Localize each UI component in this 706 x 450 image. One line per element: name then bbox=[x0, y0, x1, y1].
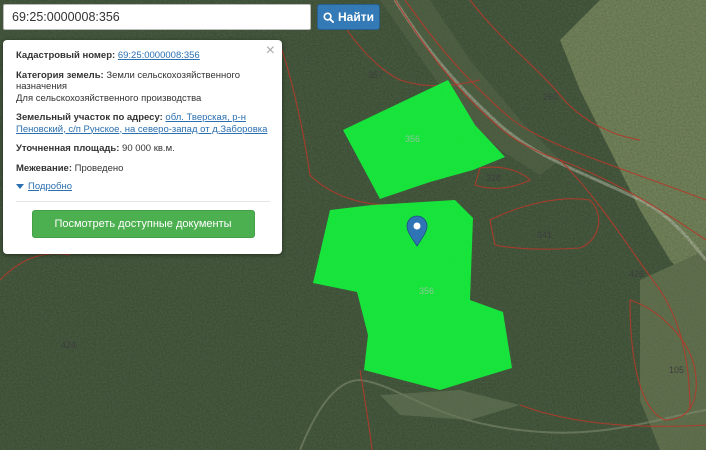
parcel-label-105: 105 bbox=[669, 365, 684, 375]
caret-down-icon bbox=[16, 184, 24, 190]
parcel-label-425: 425 bbox=[629, 269, 644, 279]
cadastral-number-link[interactable]: 69:25:0000008:356 bbox=[118, 50, 200, 61]
survey-row: Межевание: Проведено bbox=[16, 163, 270, 175]
land-category-row: Категория земель: Земли сельскохозяйстве… bbox=[16, 70, 270, 105]
area-label: Уточненная площадь: bbox=[16, 143, 120, 154]
land-category-label: Категория земель: bbox=[16, 69, 104, 81]
area-row: Уточненная площадь: 90 000 кв.м. bbox=[16, 143, 270, 155]
cadastral-search-input[interactable] bbox=[3, 4, 311, 30]
search-button-label: Найти bbox=[338, 10, 374, 24]
parcel-label-341: 341 bbox=[537, 230, 552, 240]
parcel-label-260: 260 bbox=[543, 92, 558, 102]
search-button[interactable]: Найти bbox=[317, 4, 380, 30]
land-usage-value: Для сельскохозяйственного производства bbox=[16, 92, 202, 104]
details-toggle[interactable]: Подробно bbox=[16, 181, 270, 193]
address-row: Земельный участок по адресу: обл. Тверск… bbox=[16, 112, 270, 135]
parcel-label-356-main: 356 bbox=[419, 286, 434, 296]
search-icon bbox=[323, 11, 334, 23]
divider bbox=[16, 200, 270, 202]
parcel-label-328: 328 bbox=[486, 173, 501, 183]
parcel-label-424: 424 bbox=[61, 340, 76, 350]
cadastral-number-row: Кадастровый номер: 69:25:0000008:356 bbox=[16, 50, 270, 62]
address-label: Земельный участок по адресу: bbox=[16, 112, 163, 123]
close-icon[interactable]: × bbox=[266, 43, 275, 59]
parcel-label-357: 357 bbox=[368, 70, 383, 80]
parcel-info-panel: × Кадастровый номер: 69:25:0000008:356 К… bbox=[3, 40, 282, 254]
details-link[interactable]: Подробно bbox=[28, 181, 72, 193]
parcel-label-356-north: 356 bbox=[405, 134, 420, 144]
cadastral-number-label: Кадастровый номер: bbox=[16, 50, 116, 61]
survey-label: Межевание: bbox=[16, 162, 72, 174]
survey-value: Проведено bbox=[74, 162, 124, 174]
area-value: 90 000 кв.м. bbox=[122, 143, 175, 154]
view-documents-button[interactable]: Посмотреть доступные документы bbox=[31, 209, 255, 238]
search-bar: Найти bbox=[3, 4, 380, 30]
